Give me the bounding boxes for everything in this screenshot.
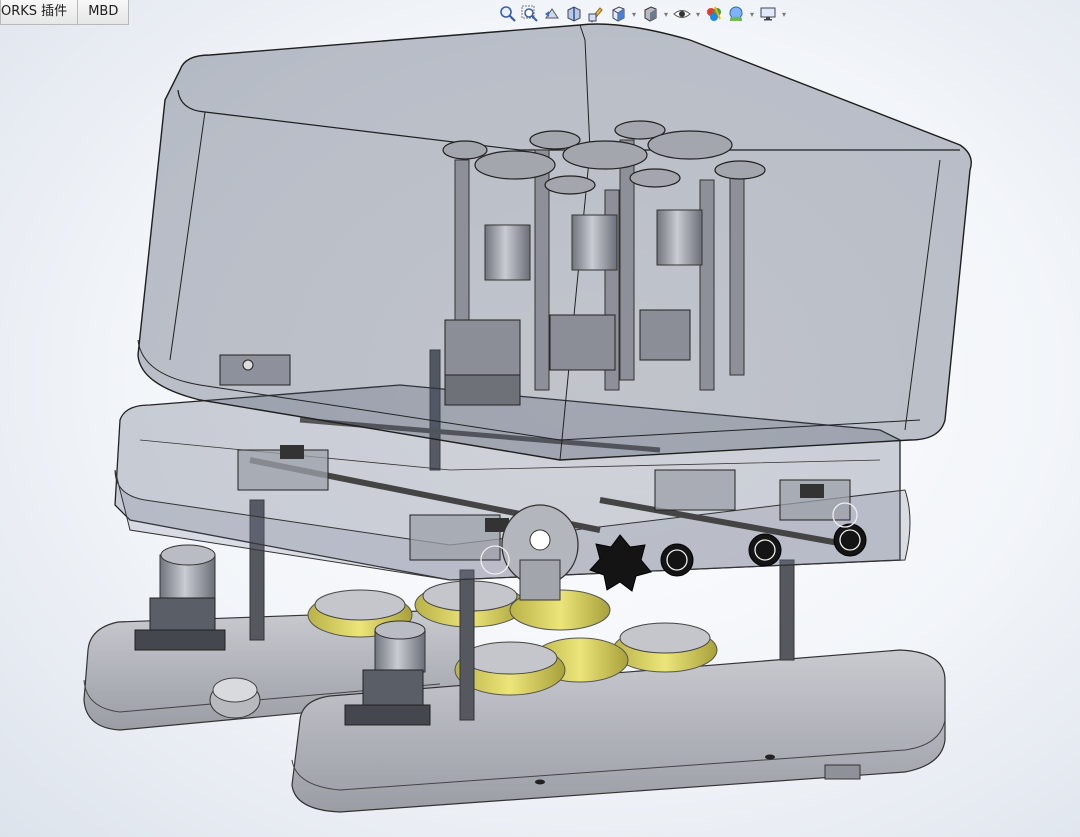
chevron-down-icon[interactable]: ▾	[662, 4, 670, 24]
section-view-icon[interactable]	[564, 4, 584, 24]
heads-up-view-toolbar: ▾ ▾ ▾ ▾ ▾	[498, 2, 788, 26]
dynamic-annotation-icon[interactable]	[586, 4, 606, 24]
left-base-motor	[134, 544, 226, 651]
zoom-to-area-icon[interactable]	[520, 4, 540, 24]
chevron-down-icon[interactable]: ▾	[630, 4, 638, 24]
graphics-viewport[interactable]	[0, 0, 1080, 837]
display-style-icon[interactable]	[640, 4, 660, 24]
tab-solidworks-addins[interactable]: ORKS 插件	[0, 0, 79, 25]
hide-show-items-icon[interactable]	[672, 4, 692, 24]
previous-view-icon[interactable]	[542, 4, 562, 24]
chevron-down-icon[interactable]: ▾	[748, 4, 756, 24]
view-orientation-icon[interactable]	[608, 4, 628, 24]
chevron-down-icon[interactable]: ▾	[780, 4, 788, 24]
view-settings-icon[interactable]	[758, 4, 778, 24]
command-manager-tabs: ORKS 插件 MBD	[0, 0, 130, 26]
edit-appearance-icon[interactable]	[704, 4, 724, 24]
tab-mbd[interactable]: MBD	[77, 0, 130, 25]
small-bracket	[219, 354, 291, 386]
chevron-down-icon[interactable]: ▾	[694, 4, 702, 24]
left-roller	[209, 677, 261, 719]
central-hub	[501, 504, 579, 601]
zoom-to-fit-icon[interactable]	[498, 4, 518, 24]
upper-enclosure	[137, 23, 972, 461]
apply-scene-icon[interactable]	[726, 4, 746, 24]
